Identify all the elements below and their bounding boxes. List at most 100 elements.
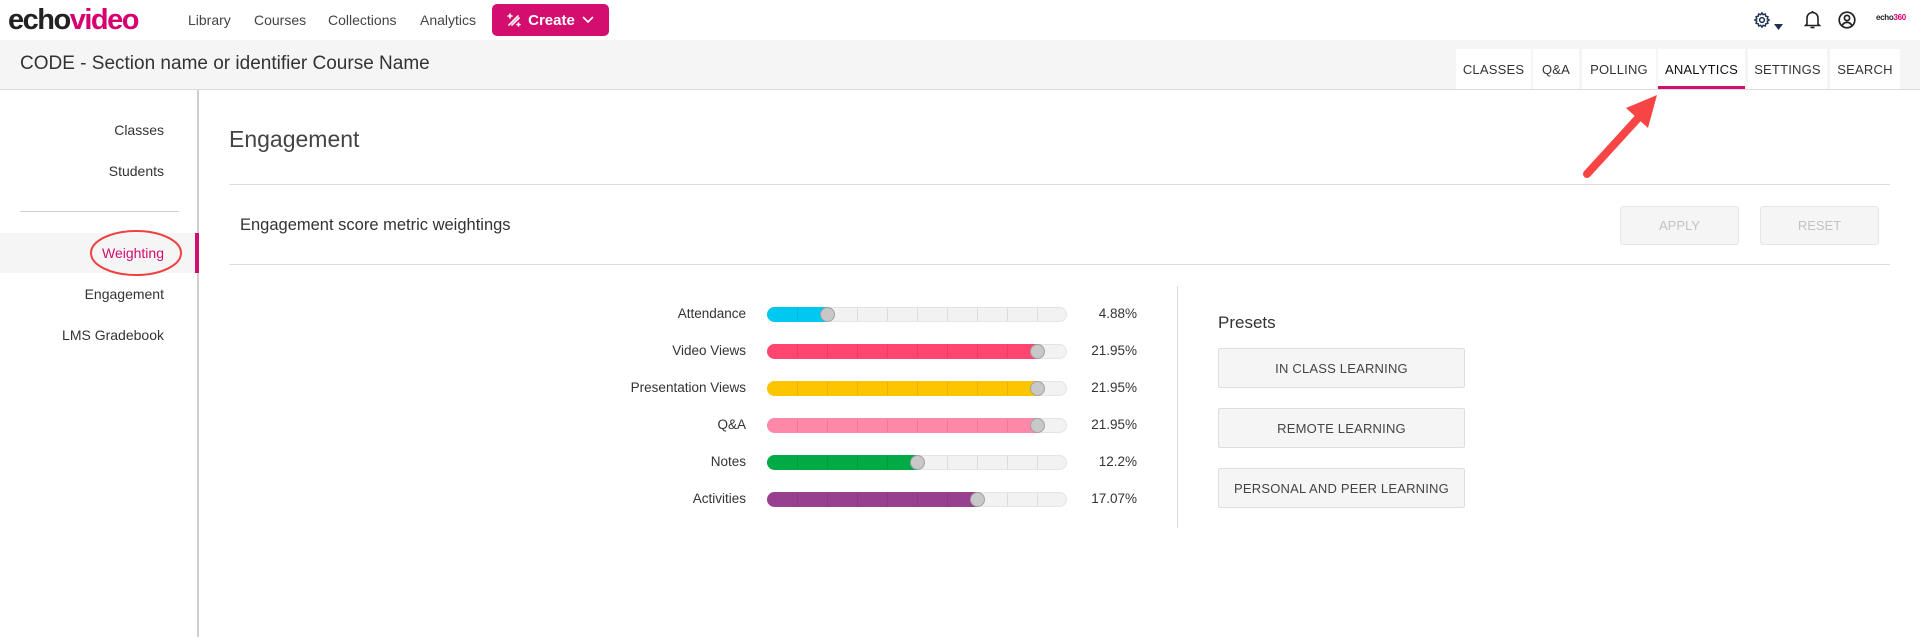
slider-tick <box>827 456 828 469</box>
slider-tick <box>1037 456 1038 469</box>
slider-tick <box>947 456 948 469</box>
preset-in-class-learning-button[interactable]: IN CLASS LEARNING <box>1218 348 1465 388</box>
tab-analytics[interactable]: ANALYTICS <box>1658 49 1745 89</box>
slider-tick <box>857 456 858 469</box>
slider-tick <box>797 345 798 358</box>
section-divider <box>229 264 1890 265</box>
top-navigation-bar: echovideo Library Courses Collections An… <box>0 0 1920 40</box>
slider-tick <box>947 493 948 506</box>
bell-icon[interactable] <box>1803 10 1822 34</box>
slider-tick <box>797 456 798 469</box>
slider-tick <box>1007 382 1008 395</box>
slider-tick <box>977 308 978 321</box>
slider-tick <box>827 493 828 506</box>
slider-tick <box>797 308 798 321</box>
slider-tick <box>1037 493 1038 506</box>
sidebar-item-students[interactable]: Students <box>109 163 164 179</box>
slider-tick <box>947 308 948 321</box>
metric-label: Activities <box>692 491 746 506</box>
slider-tick <box>917 308 918 321</box>
arrow-annotation <box>1583 95 1657 178</box>
tab-qa[interactable]: Q&A <box>1533 49 1579 89</box>
presets-title: Presets <box>1218 313 1276 332</box>
slider-tick <box>827 382 828 395</box>
metric-value: 12.2% <box>1098 454 1137 469</box>
brand-small-echo: echo <box>1876 13 1894 22</box>
activities-slider[interactable] <box>767 492 1067 507</box>
slider-fill <box>767 492 977 507</box>
presets-divider <box>1177 286 1178 528</box>
slider-tick <box>917 345 918 358</box>
echo360-brand: echo360 <box>1876 13 1906 22</box>
page-title: Engagement <box>229 126 360 152</box>
tab-classes[interactable]: CLASSES <box>1456 49 1531 89</box>
sidebar-item-engagement[interactable]: Engagement <box>85 286 164 302</box>
slider-thumb[interactable] <box>1030 418 1045 433</box>
attendance-slider[interactable] <box>767 307 1067 322</box>
slider-tick <box>947 345 948 358</box>
wand-icon <box>506 12 522 28</box>
sidebar-divider <box>20 211 179 212</box>
slider-tick <box>857 382 858 395</box>
nav-link-library[interactable]: Library <box>188 12 231 28</box>
slider-tick <box>947 419 948 432</box>
metric-row-qa: Q&A 21.95% <box>560 413 1150 437</box>
user-account-icon[interactable] <box>1838 11 1856 34</box>
metric-row-video-views: Video Views 21.95% <box>560 339 1150 363</box>
slider-fill <box>767 344 1037 359</box>
preset-remote-learning-button[interactable]: REMOTE LEARNING <box>1218 408 1465 448</box>
apply-button[interactable]: APPLY <box>1620 206 1739 245</box>
slider-thumb[interactable] <box>1030 381 1045 396</box>
slider-tick <box>977 456 978 469</box>
echovideo-logo[interactable]: echovideo <box>8 3 139 37</box>
metric-value: 21.95% <box>1091 380 1137 395</box>
nav-link-collections[interactable]: Collections <box>328 12 396 28</box>
brand-small-360: 360 <box>1893 13 1906 22</box>
tab-settings[interactable]: SETTINGS <box>1748 49 1827 89</box>
slider-thumb[interactable] <box>820 307 835 322</box>
nav-link-analytics[interactable]: Analytics <box>420 12 476 28</box>
sidebar-item-lms-gradebook[interactable]: LMS Gradebook <box>62 327 164 343</box>
metric-label: Notes <box>710 454 746 469</box>
sidebar-item-weighting[interactable]: Weighting <box>102 245 164 261</box>
sidebar-active-indicator <box>195 233 199 273</box>
slider-tick <box>1007 456 1008 469</box>
slider-tick <box>947 382 948 395</box>
course-title: CODE - Section name or identifier Course… <box>20 53 430 74</box>
video-views-slider[interactable] <box>767 344 1067 359</box>
logo-text-echo: echo <box>8 4 71 36</box>
slider-tick <box>1007 493 1008 506</box>
gear-icon[interactable] <box>1753 11 1771 34</box>
slider-tick <box>887 382 888 395</box>
slider-tick <box>1007 345 1008 358</box>
slider-fill <box>767 418 1037 433</box>
chevron-down-icon <box>581 15 595 25</box>
preset-personal-peer-learning-button[interactable]: PERSONAL AND PEER LEARNING <box>1218 468 1465 508</box>
metric-label: Q&A <box>717 417 746 432</box>
tab-search[interactable]: SEARCH <box>1830 49 1900 89</box>
slider-tick <box>977 382 978 395</box>
nav-link-courses[interactable]: Courses <box>254 12 306 28</box>
reset-button[interactable]: RESET <box>1760 206 1879 245</box>
slider-thumb[interactable] <box>910 455 925 470</box>
presentation-views-slider[interactable] <box>767 381 1067 396</box>
notes-slider[interactable] <box>767 455 1067 470</box>
metric-row-attendance: Attendance 4.88% <box>560 302 1150 326</box>
slider-thumb[interactable] <box>1030 344 1045 359</box>
qa-slider[interactable] <box>767 418 1067 433</box>
slider-tick <box>887 308 888 321</box>
tab-polling[interactable]: POLLING <box>1582 49 1656 89</box>
slider-tick <box>797 419 798 432</box>
slider-tick <box>797 382 798 395</box>
slider-tick <box>977 345 978 358</box>
create-button[interactable]: Create <box>492 4 609 36</box>
sidebar-item-classes[interactable]: Classes <box>114 122 164 138</box>
title-divider <box>229 184 1890 185</box>
caret-down-icon[interactable] <box>1774 17 1783 35</box>
slider-tick <box>857 345 858 358</box>
slider-thumb[interactable] <box>970 492 985 507</box>
slider-tick <box>1037 308 1038 321</box>
course-header: CODE - Section name or identifier Course… <box>0 40 1920 90</box>
slider-tick <box>917 382 918 395</box>
slider-tick <box>857 419 858 432</box>
